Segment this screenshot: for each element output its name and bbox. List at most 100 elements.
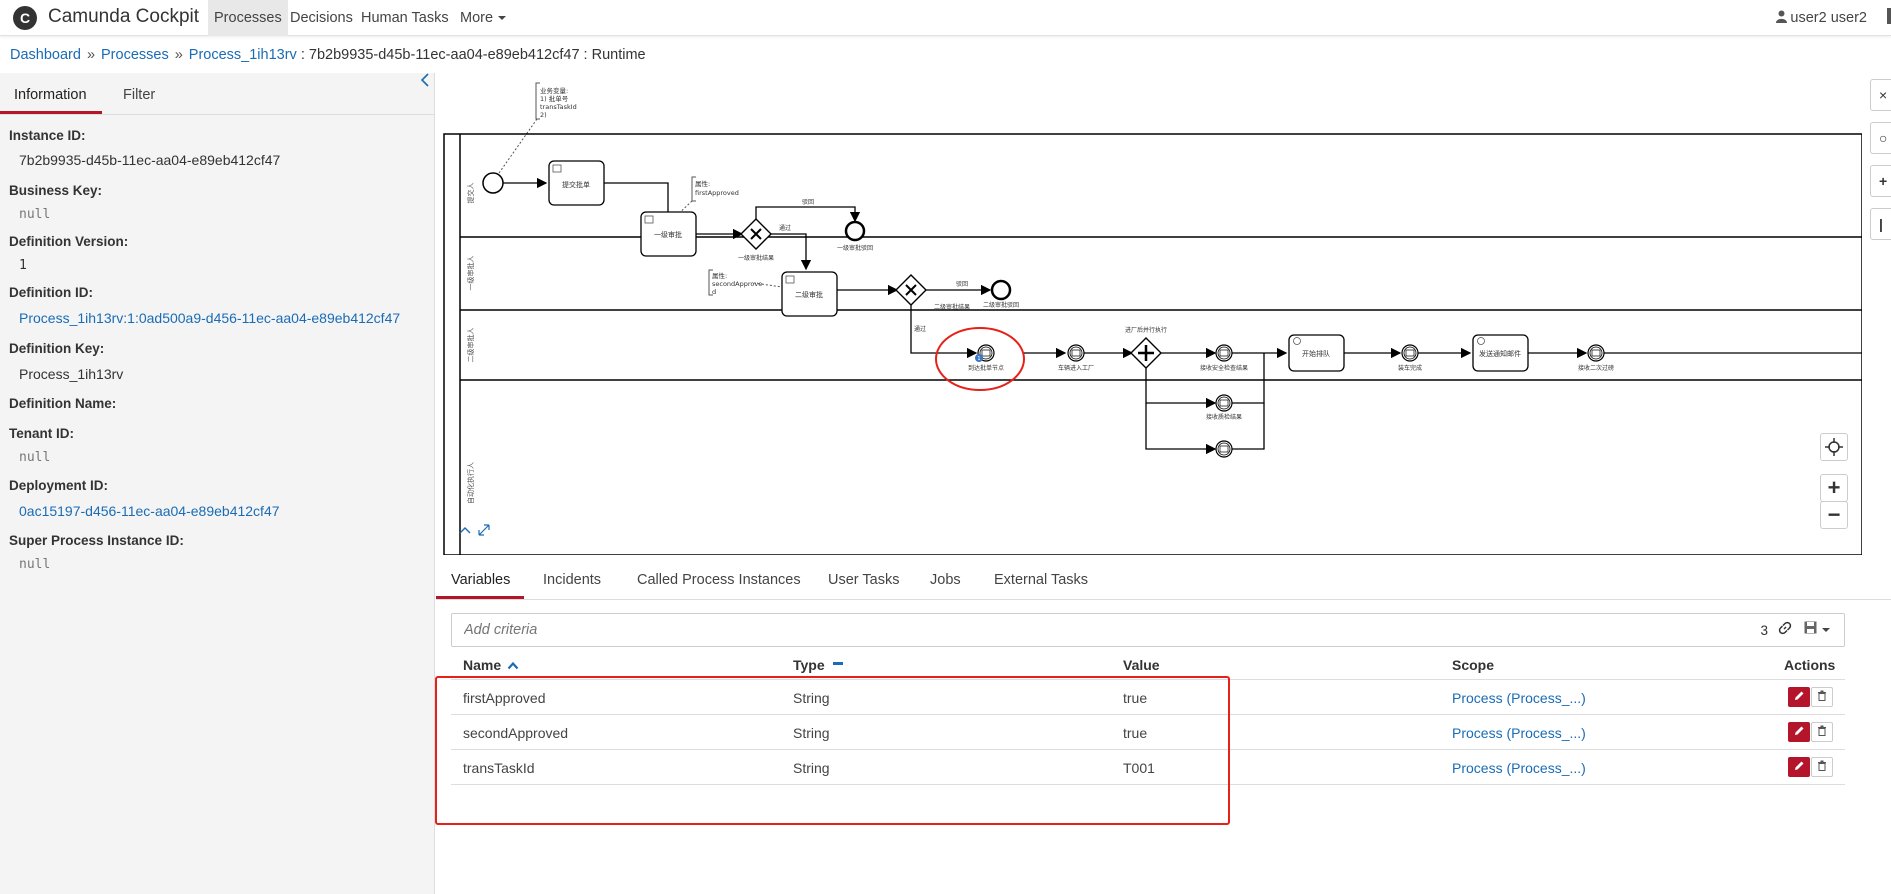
breadcrumb-separator: » — [174, 47, 183, 63]
task-submit[interactable]: 提交批单 — [548, 160, 605, 206]
breadcrumb-processes[interactable]: Processes — [101, 47, 169, 63]
sidebar-tabs: Information Filter — [0, 73, 435, 115]
event-second-weigh[interactable]: 接收二次过磅 — [1578, 344, 1614, 372]
caret-down-icon — [498, 16, 507, 21]
tab-variables[interactable]: Variables — [451, 572, 510, 588]
zoom-out-button[interactable]: − — [1820, 501, 1848, 529]
task-second-approve[interactable]: 二级审批 — [781, 271, 838, 317]
event-arrive-node[interactable]: 到达批单节点 1 — [968, 344, 1004, 372]
column-value[interactable]: Value — [1123, 657, 1160, 673]
nav-decisions[interactable]: Decisions — [284, 0, 359, 36]
event-loading-done[interactable]: 装车完成 — [1398, 344, 1422, 372]
collapse-up-icon[interactable] — [459, 527, 471, 534]
task-start-queue[interactable]: 开始排队 — [1288, 334, 1345, 372]
annotation-top-line-2: 1) 批单号 — [540, 94, 569, 103]
variable-type: String — [793, 725, 830, 741]
sort-asc-icon — [507, 661, 519, 670]
event-quality-check[interactable]: 接收质检结果 — [1206, 394, 1242, 421]
add-tool-button[interactable]: + — [1870, 165, 1891, 197]
event-quality-check-label: 接收质检结果 — [1206, 413, 1242, 421]
annotation-second-line-2: secondApprove — [712, 280, 762, 288]
pause-tool-button[interactable]: | — [1870, 208, 1891, 240]
link-icon[interactable] — [1778, 621, 1792, 638]
trash-icon — [1818, 725, 1826, 736]
column-actions: Actions — [1784, 657, 1836, 673]
variable-value: true — [1123, 690, 1148, 706]
breadcrumb-process[interactable]: Process_1ih13rv — [189, 47, 297, 63]
chevron-left-icon[interactable] — [420, 73, 432, 89]
tab-information[interactable]: Information — [14, 87, 87, 103]
pencil-icon — [1794, 726, 1803, 735]
end-event-second-rejected[interactable] — [990, 279, 1012, 301]
tab-jobs[interactable]: Jobs — [930, 572, 961, 588]
tab-called-process-instances[interactable]: Called Process Instances — [637, 572, 801, 588]
link-definition-id[interactable]: Process_1ih13rv:1:0ad500a9-d456-11ec-aa0… — [19, 310, 400, 326]
active-tab-indicator — [0, 111, 102, 114]
label-business-key: Business Key: — [9, 183, 103, 198]
user-menu[interactable]: user2 user2 — [1776, 0, 1867, 36]
event-arrive-label: 到达批单节点 — [968, 364, 1004, 372]
task-first-approve[interactable]: 一级审批 — [640, 211, 697, 257]
tab-user-tasks[interactable]: User Tasks — [828, 572, 899, 588]
criteria-input[interactable] — [452, 614, 1752, 646]
column-type[interactable]: Type — [793, 657, 844, 673]
app-brand[interactable]: Camunda Cockpit — [48, 6, 199, 28]
delete-variable-button[interactable] — [1811, 687, 1833, 707]
edit-variable-button[interactable] — [1788, 757, 1810, 777]
breadcrumb-dashboard[interactable]: Dashboard — [10, 47, 81, 63]
label-deployment-id: Deployment ID: — [9, 478, 109, 493]
nav-more-dropdown[interactable]: More — [454, 0, 512, 36]
criteria-search-bar: 3 — [451, 613, 1845, 647]
breadcrumb-instance: 7b2b9935-d45b-11ec-aa04-e89eb412cf47 : R… — [308, 47, 646, 63]
label-instance-id: Instance ID: — [9, 128, 86, 143]
label-definition-name: Definition Name: — [9, 396, 117, 411]
table-row[interactable]: firstApproved String true Process (Proce… — [451, 680, 1845, 715]
variable-name: transTaskId — [463, 760, 535, 776]
annotation-first-line-1: 属性: — [695, 179, 710, 188]
table-row[interactable]: secondApproved String true Process (Proc… — [451, 715, 1845, 750]
variable-name: secondApproved — [463, 725, 569, 741]
breadcrumb-colon: : — [296, 47, 309, 63]
annotation-second-line-1: 属性: — [712, 271, 727, 280]
camunda-logo-icon[interactable]: C — [13, 6, 37, 30]
variable-scope-link[interactable]: Process (Process_...) — [1452, 725, 1586, 741]
nav-processes[interactable]: Processes — [208, 0, 288, 36]
variable-scope-link[interactable]: Process (Process_...) — [1452, 760, 1586, 776]
column-name[interactable]: Name — [463, 657, 519, 673]
tab-incidents[interactable]: Incidents — [543, 572, 601, 588]
event-third-branch[interactable] — [1215, 440, 1233, 458]
event-loading-done-label: 装车完成 — [1398, 364, 1422, 372]
task-send-notice[interactable]: 发送通知邮件 — [1472, 334, 1529, 372]
delete-variable-button[interactable] — [1811, 757, 1833, 777]
tab-filter[interactable]: Filter — [123, 87, 155, 103]
table-row[interactable]: transTaskId String T001 Process (Process… — [451, 750, 1845, 785]
nav-more-label: More — [460, 10, 494, 26]
nav-human-tasks[interactable]: Human Tasks — [355, 0, 455, 36]
variable-name: firstApproved — [463, 690, 546, 706]
delete-variable-button[interactable] — [1811, 722, 1833, 742]
task-first-approve-label: 一级审批 — [654, 230, 682, 239]
link-deployment-id[interactable]: 0ac15197-d456-11ec-aa04-e89eb412cf47 — [19, 503, 280, 519]
end-event-first-label: 一级审批驳回 — [837, 244, 873, 252]
fullscreen-icon[interactable] — [478, 524, 490, 536]
end-event-first-rejected[interactable] — [844, 220, 866, 242]
start-event[interactable] — [482, 172, 504, 194]
tab-external-tasks[interactable]: External Tasks — [994, 572, 1088, 588]
column-scope[interactable]: Scope — [1452, 657, 1494, 673]
edit-variable-button[interactable] — [1788, 722, 1810, 742]
variable-scope-link[interactable]: Process (Process_...) — [1452, 690, 1586, 706]
close-tool-button[interactable]: × — [1870, 79, 1891, 111]
event-safety-check[interactable]: 接收安全检查结果 — [1200, 344, 1248, 372]
event-enter-factory[interactable]: 车辆进入工厂 — [1058, 344, 1094, 372]
bpmn-diagram-canvas[interactable]: 业务变量: 1) 批单号 transTaskId 2) 提交人 一级审批人 二级… — [436, 73, 1862, 555]
reset-zoom-button[interactable] — [1820, 433, 1848, 461]
save-search-dropdown[interactable] — [1804, 621, 1830, 637]
gateway-first[interactable]: 一级审批结果 — [738, 218, 774, 262]
zoom-in-button[interactable]: + — [1820, 474, 1848, 502]
annotation-second-approved[interactable]: 属性: secondApprove d — [708, 269, 783, 296]
value-tenant-id: null — [19, 450, 51, 465]
edit-variable-button[interactable] — [1788, 687, 1810, 707]
variable-value: true — [1123, 725, 1148, 741]
search-tool-button[interactable]: ○ — [1870, 122, 1891, 154]
gateway-parallel[interactable]: 进厂后并行执行 — [1125, 326, 1167, 369]
